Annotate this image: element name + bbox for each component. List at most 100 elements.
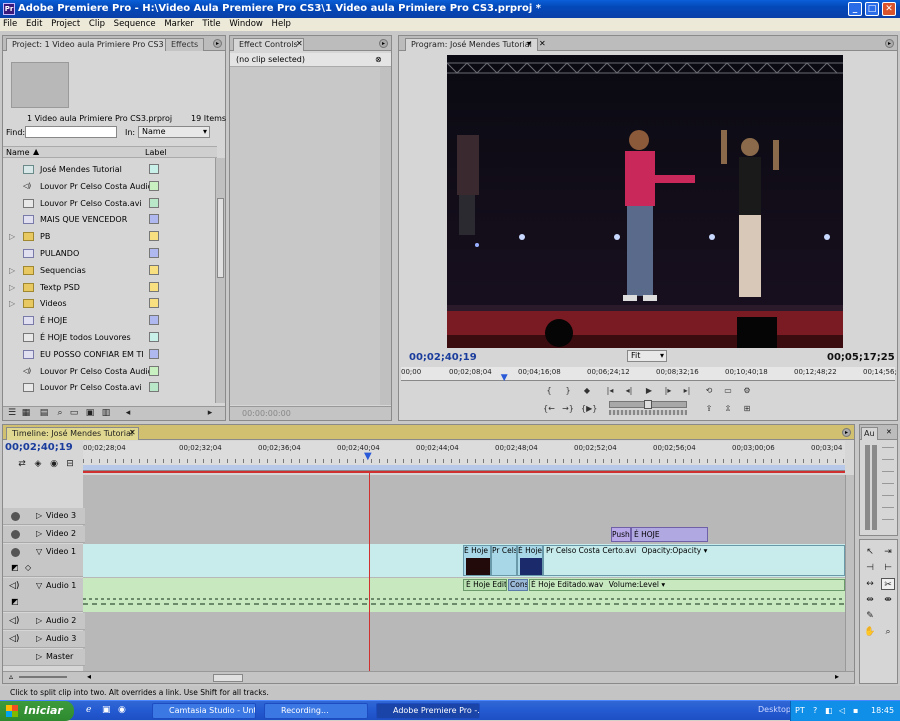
work-area-bar[interactable] <box>83 465 845 470</box>
video-clip-e-hoje-1[interactable]: É Hoje <box>463 545 491 576</box>
display-style-icon[interactable]: ◇ <box>25 563 31 572</box>
panel-menu-icon[interactable]: ▸ <box>213 39 222 48</box>
zoom-tool-icon[interactable]: ⌕ <box>881 626 895 638</box>
expand-icon[interactable]: ▷ <box>36 529 42 538</box>
quicklaunch-ie-icon[interactable]: ℯ <box>86 705 91 715</box>
timeline-scroll-thumb[interactable] <box>213 674 243 682</box>
tray-network-icon[interactable]: ◧ <box>825 701 833 721</box>
scroll-left-icon[interactable]: ◂ <box>121 407 135 419</box>
menu-file[interactable]: File <box>0 18 20 31</box>
quicklaunch-firefox-icon[interactable]: ◉ <box>118 705 126 715</box>
panel-menu-icon[interactable]: ▸ <box>885 39 894 48</box>
bin-icon[interactable]: ▭ <box>67 407 81 419</box>
lift-icon[interactable]: ⇪ <box>703 404 715 414</box>
snap-icon[interactable]: ⇄ <box>15 458 29 470</box>
speaker-icon[interactable]: ◁) <box>9 616 19 626</box>
zoom-out-icon[interactable]: ▵ <box>9 672 13 681</box>
list-item[interactable]: José Mendes Tutorial <box>3 161 217 178</box>
list-item[interactable]: Louvor Pr Celso Costa.avi <box>3 379 217 396</box>
list-item[interactable]: ▷ Sequencias <box>3 262 217 279</box>
menu-window[interactable]: Window <box>226 18 266 31</box>
close-tab-icon[interactable]: ✕ <box>539 39 546 48</box>
menu-clip[interactable]: Clip <box>86 18 108 31</box>
slide-tool-icon[interactable]: ⇼ <box>881 594 895 606</box>
list-item[interactable]: Louvor Pr Celso Costa.avi <box>3 195 217 212</box>
expand-icon[interactable]: ▷ <box>36 616 42 625</box>
play-in-to-out-icon[interactable]: {▶} <box>581 404 597 414</box>
taskbar-item-recording[interactable]: Recording... <box>264 703 368 719</box>
eye-icon[interactable] <box>11 548 20 557</box>
zoom-icon[interactable]: ⊟ <box>63 458 77 470</box>
safe-margins-icon[interactable]: ▭ <box>722 386 734 396</box>
audio-clip-e-hoje-edita[interactable]: É Hoje Edita <box>463 579 507 591</box>
program-video-frame[interactable] <box>447 55 843 348</box>
tray-app-icon[interactable]: ▪ <box>853 701 858 721</box>
list-item[interactable]: MAIS QUE VENCEDOR <box>3 211 217 228</box>
maximize-button[interactable]: □ <box>865 2 879 16</box>
expand-icon[interactable]: ▷ <box>9 279 17 296</box>
minimize-button[interactable]: _ <box>848 2 862 16</box>
tray-volume-icon[interactable]: ◁ <box>839 701 845 721</box>
transition-push[interactable]: Push <box>611 527 631 542</box>
list-item[interactable]: ▷ PB <box>3 228 217 245</box>
menu-title[interactable]: Title <box>199 18 223 31</box>
tab-audio-master[interactable]: Au <box>861 427 878 440</box>
expand-icon[interactable]: ▷ <box>36 511 42 520</box>
menu-sequence[interactable]: Sequence <box>111 18 159 31</box>
marker-icon[interactable]: ◆ <box>581 386 593 396</box>
find-input[interactable] <box>25 126 117 138</box>
list-item[interactable]: EU POSSO CONFIAR EM TI <box>3 346 217 363</box>
rolling-edit-tool-icon[interactable]: ⊢ <box>881 562 895 574</box>
timeline-playhead[interactable]: ▼ <box>364 451 372 462</box>
go-to-previous-edit-icon[interactable]: {← <box>543 404 555 414</box>
scroll-left-icon[interactable]: ◂ <box>87 672 91 681</box>
panel-menu-icon[interactable]: ▸ <box>379 39 388 48</box>
audio-transition-constant-power[interactable]: Cons <box>508 579 528 591</box>
expand-icon[interactable]: ▷ <box>9 262 17 279</box>
go-to-in-icon[interactable]: |◂ <box>604 386 616 396</box>
close-tab-icon[interactable]: ✕ <box>129 428 136 437</box>
collapse-icon[interactable]: ▽ <box>36 581 42 590</box>
set-marker-icon[interactable]: ◈ <box>31 458 45 470</box>
list-item[interactable]: ◁) Louvor Pr Celso Costa Audio <box>3 178 217 195</box>
menu-edit[interactable]: Edit <box>23 18 45 31</box>
timeline-vscroll[interactable] <box>845 475 854 671</box>
tab-program[interactable]: Program: José Mendes Tutorial <box>405 38 538 51</box>
pen-tool-icon[interactable]: ✎ <box>863 610 877 622</box>
encore-marker-icon[interactable]: ◉ <box>47 458 61 470</box>
in-dropdown[interactable]: Name ▾ <box>138 126 210 138</box>
zoom-slider[interactable] <box>19 676 67 678</box>
menu-help[interactable]: Help <box>269 18 294 31</box>
close-tab-icon[interactable]: ✕ <box>886 428 892 436</box>
expand-icon[interactable]: ⊗ <box>375 55 382 64</box>
panel-menu-icon[interactable]: ▸ <box>842 428 851 437</box>
keyframe-icon[interactable]: ◩ <box>11 563 19 572</box>
expand-icon[interactable]: ▷ <box>9 295 17 312</box>
program-current-timecode[interactable]: 00;02;40;19 <box>409 352 477 363</box>
extract-icon[interactable]: ⇫ <box>722 404 734 414</box>
go-to-next-edit-icon[interactable]: →} <box>562 404 574 414</box>
project-scrollbar[interactable] <box>215 158 225 403</box>
program-time-ruler[interactable]: 00;00 00;02;08;04 00;04;16;08 00;06;24;1… <box>401 367 897 383</box>
ripple-edit-tool-icon[interactable]: ⊣ <box>863 562 877 574</box>
scroll-right-icon[interactable]: ▸ <box>835 672 839 681</box>
language-indicator[interactable]: PT <box>795 701 805 721</box>
expand-icon[interactable]: ▷ <box>36 652 42 661</box>
tray-help-icon[interactable]: ? <box>813 701 817 721</box>
timeline-hscroll[interactable]: ▵ ◂ ▸ <box>3 671 854 683</box>
slip-tool-icon[interactable]: ⇹ <box>863 594 877 606</box>
play-icon[interactable]: ▶ <box>643 386 655 396</box>
menu-project[interactable]: Project <box>48 18 83 31</box>
opacity-dropdown[interactable]: Opacity:Opacity ▾ <box>642 546 708 555</box>
zoom-dropdown[interactable]: Fit ▾ <box>627 350 667 362</box>
list-item[interactable]: ▷ Videos <box>3 295 217 312</box>
list-item[interactable]: ◁) Louvor Pr Celso Costa Audio <box>3 363 217 380</box>
volume-dropdown[interactable]: Volume:Level ▾ <box>609 580 665 589</box>
tab-project[interactable]: Project: 1 Video aula Primiere Pro CS3 <box>6 38 170 51</box>
rate-stretch-tool-icon[interactable]: ↔ <box>863 578 877 590</box>
col-label-header[interactable]: Label <box>145 148 167 157</box>
tab-effect-controls[interactable]: Effect Controls <box>233 38 304 51</box>
trim-icon[interactable]: ⊞ <box>741 404 753 414</box>
expand-icon[interactable]: ▷ <box>36 634 42 643</box>
effect-scrollbar[interactable] <box>380 67 391 405</box>
